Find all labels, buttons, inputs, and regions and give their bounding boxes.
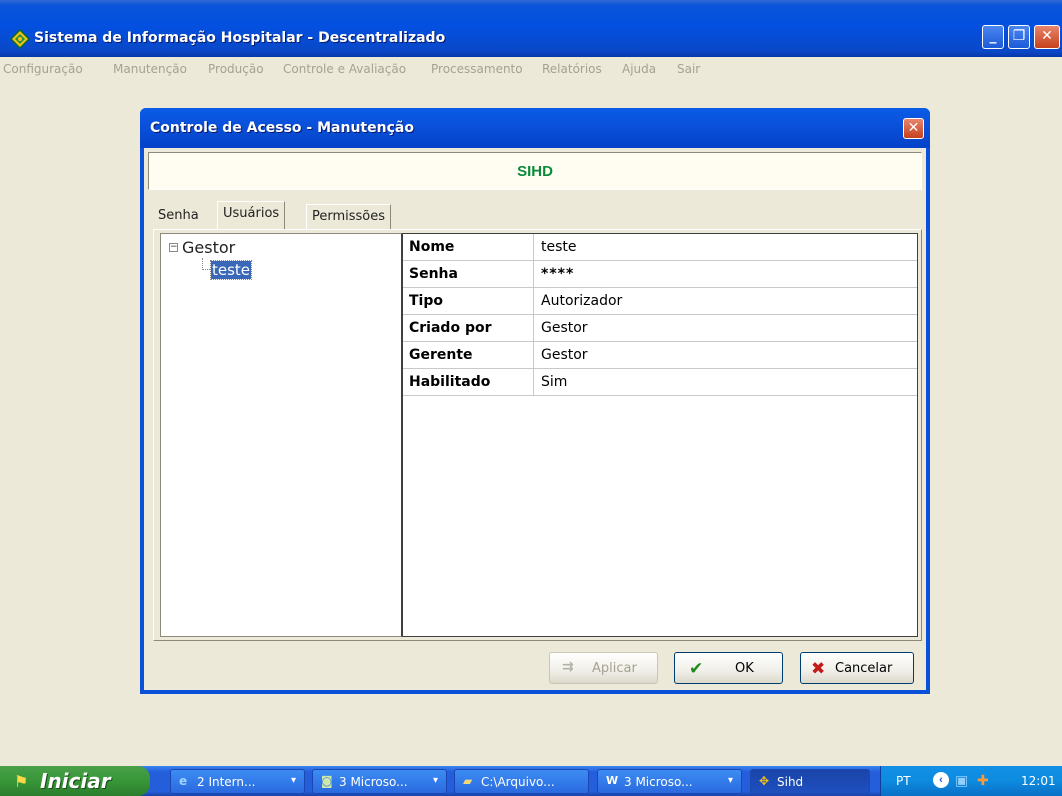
menu-item-manutencao[interactable]: Manutenção: [113, 62, 187, 76]
dropdown-arrow-icon: ▾: [432, 775, 438, 786]
property-value[interactable]: Gestor: [541, 347, 588, 363]
taskbar-item-microsoft-1[interactable]: ◙ 3 Microso... ▾: [312, 769, 447, 794]
menu-item-sair[interactable]: Sair: [677, 62, 700, 76]
dialog-close-icon[interactable]: ✕: [903, 118, 924, 139]
access-control-dialog: Controle de Acesso - Manutenção ✕ SIHD S…: [140, 108, 930, 694]
property-row[interactable]: Senha ****: [403, 261, 917, 288]
apply-button[interactable]: ⇉ Aplicar: [549, 652, 658, 684]
property-row[interactable]: Habilitado Sim: [403, 369, 917, 396]
property-name: Nome: [409, 239, 455, 255]
checkmark-icon: ✔: [689, 659, 704, 679]
menu-bar: Configuração Manutenção Produção Control…: [0, 57, 1062, 81]
close-window-icon[interactable]: ✕: [1034, 25, 1060, 49]
property-value[interactable]: ****: [541, 266, 574, 282]
menu-item-ajuda[interactable]: Ajuda: [622, 62, 656, 76]
menu-item-configuracao[interactable]: Configuração: [3, 62, 83, 76]
property-row[interactable]: Nome teste: [403, 234, 917, 261]
property-row[interactable]: Criado por Gestor: [403, 315, 917, 342]
dialog-title: Controle de Acesso - Manutenção: [150, 120, 414, 136]
cancel-x-icon: ✖: [811, 659, 826, 679]
cancel-button[interactable]: ✖ Cancelar: [800, 652, 914, 684]
clock[interactable]: 12:01: [1021, 774, 1056, 788]
property-value[interactable]: teste: [541, 239, 577, 255]
dropdown-arrow-icon: ▾: [290, 775, 296, 786]
property-name: Senha: [409, 266, 458, 282]
ok-button[interactable]: ✔ OK: [674, 652, 783, 684]
sihd-banner: SIHD: [148, 152, 922, 190]
menu-item-controle-avaliacao[interactable]: Controle e Avaliação: [283, 62, 406, 76]
apply-icon: ⇉: [562, 659, 574, 675]
cancel-button-label: Cancelar: [835, 661, 893, 676]
menu-item-producao[interactable]: Produção: [208, 62, 264, 76]
start-button[interactable]: ⚑ Iniciar: [0, 766, 150, 796]
taskbar-item-folder[interactable]: ▰ C:\Arquivo...: [454, 769, 589, 794]
show-hidden-icons-icon[interactable]: ‹: [933, 772, 949, 788]
tree-node-teste[interactable]: teste: [209, 260, 253, 280]
property-name: Tipo: [409, 293, 443, 309]
taskbar: ⚑ Iniciar e 2 Intern... ▾ ◙ 3 Microso...…: [0, 766, 1062, 796]
dialog-body: SIHD Senha Usuários Permissões − Gestor …: [144, 148, 926, 690]
property-name: Habilitado: [409, 374, 491, 390]
ie-icon: e: [179, 774, 188, 788]
menu-item-relatorios[interactable]: Relatórios: [542, 62, 602, 76]
taskbar-item-label: C:\Arquivo...: [481, 775, 555, 789]
word-icon: W: [606, 774, 619, 787]
apply-button-label: Aplicar: [592, 661, 637, 676]
sihd-icon: ✥: [759, 774, 770, 788]
main-window-titlebar[interactable]: Sistema de Informação Hospitalar - Desce…: [0, 0, 1062, 57]
ok-button-label: OK: [735, 661, 754, 676]
user-properties-grid: Nome teste Senha **** Tipo Autorizador C…: [402, 233, 918, 637]
property-name: Gerente: [409, 347, 473, 363]
language-indicator[interactable]: PT: [896, 774, 911, 788]
property-value[interactable]: Sim: [541, 374, 567, 390]
taskbar-item-internet[interactable]: e 2 Intern... ▾: [170, 769, 305, 794]
banner-title: SIHD: [517, 163, 553, 180]
collapse-icon[interactable]: −: [169, 243, 178, 252]
start-label: Iniciar: [40, 769, 111, 793]
property-value[interactable]: Autorizador: [541, 293, 622, 309]
taskbar-item-label: 2 Intern...: [197, 775, 256, 789]
network-icon[interactable]: ▣: [955, 772, 968, 789]
windows-logo-icon: ⚑: [14, 774, 29, 791]
main-window-title: Sistema de Informação Hospitalar - Desce…: [34, 30, 446, 46]
taskbar-item-label: 3 Microso...: [339, 775, 408, 789]
restore-icon[interactable]: ❐: [1008, 25, 1030, 49]
minimize-icon[interactable]: _: [982, 25, 1004, 49]
taskbar-item-label: 3 Microso...: [624, 775, 693, 789]
tab-permissoes[interactable]: Permissões: [306, 204, 392, 229]
dropdown-arrow-icon: ▾: [727, 775, 733, 786]
dialog-titlebar[interactable]: Controle de Acesso - Manutenção ✕: [140, 108, 930, 148]
user-tree[interactable]: − Gestor teste: [160, 233, 402, 637]
tree-branch-line: [202, 258, 210, 270]
property-name: Criado por: [409, 320, 492, 336]
tab-senha[interactable]: Senha: [153, 204, 204, 229]
taskbar-item-microsoft-2[interactable]: W 3 Microso... ▾: [597, 769, 742, 794]
folder-icon: ▰: [463, 774, 473, 788]
taskbar-item-sihd[interactable]: ✥ Sihd: [750, 769, 870, 794]
tab-usuarios[interactable]: Usuários: [217, 201, 286, 229]
property-row[interactable]: Tipo Autorizador: [403, 288, 917, 315]
sihd-app-icon: [10, 29, 30, 49]
property-row[interactable]: Gerente Gestor: [403, 342, 917, 369]
system-tray: PT ‹ ▣ ✚ 12:01: [880, 766, 1062, 796]
taskbar-item-label: Sihd: [777, 775, 804, 789]
property-value[interactable]: Gestor: [541, 320, 588, 336]
app-icon: ◙: [321, 774, 333, 788]
tree-node-gestor[interactable]: Gestor: [182, 238, 235, 257]
menu-item-processamento[interactable]: Processamento: [431, 62, 523, 76]
security-alert-icon[interactable]: ✚: [977, 772, 989, 789]
